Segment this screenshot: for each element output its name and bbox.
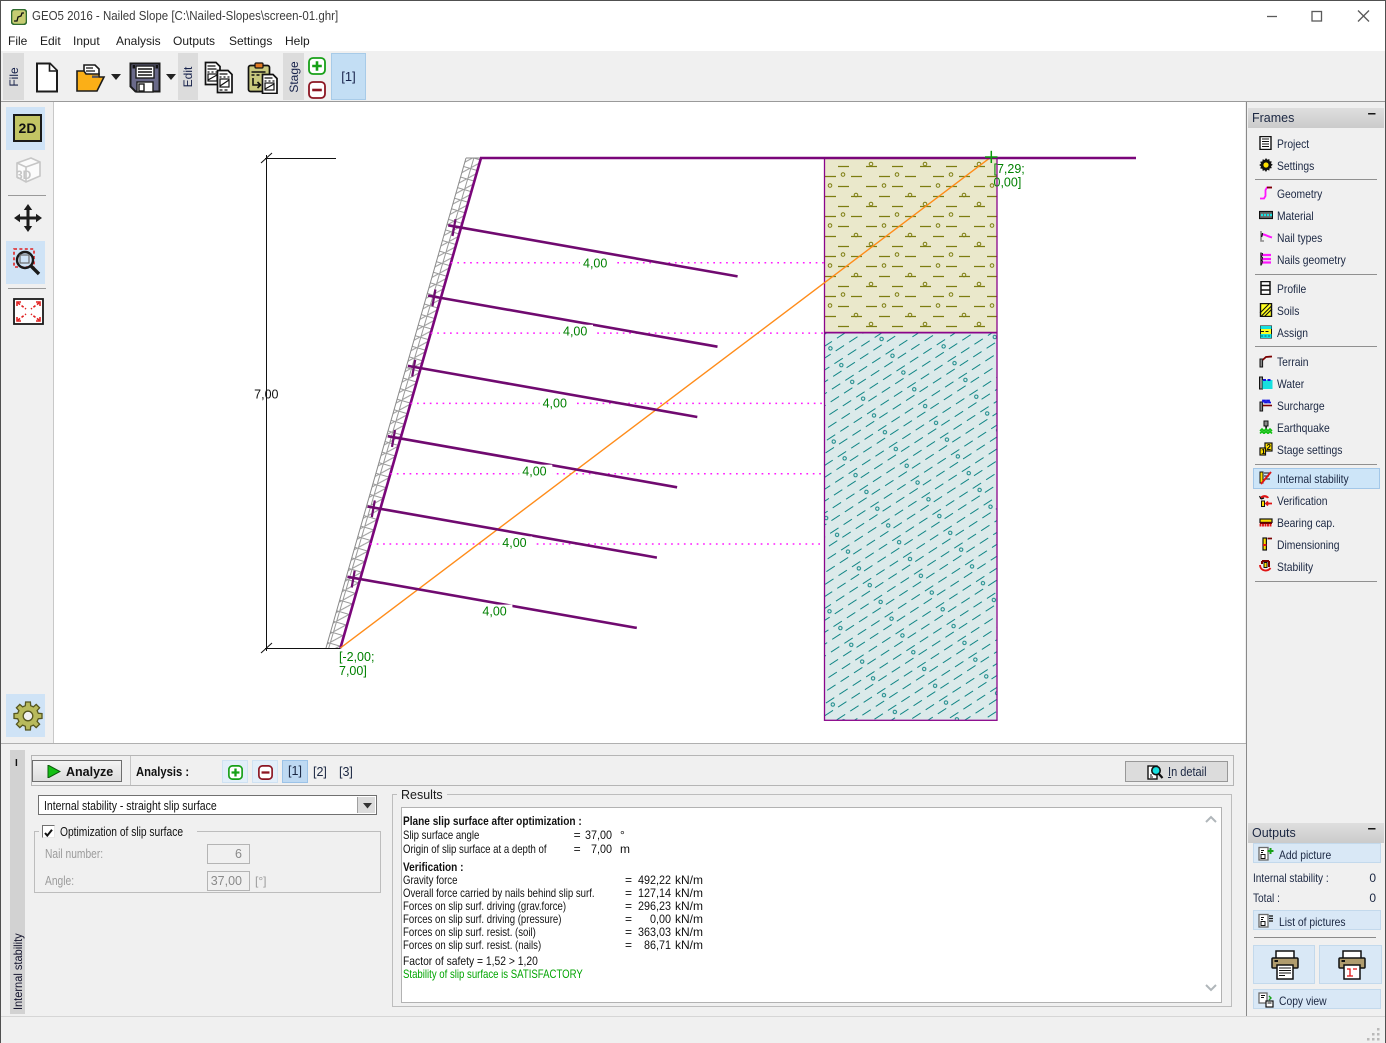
svg-text:4,00: 4,00 [543, 396, 567, 410]
svg-text:1: 1 [1261, 447, 1265, 456]
svg-text:2: 2 [1267, 443, 1272, 452]
svg-text:[-2,00;: [-2,00; [339, 650, 374, 664]
svg-text:3D: 3D [16, 168, 32, 182]
svg-text:4,00: 4,00 [502, 536, 526, 550]
svg-text:7,00: 7,00 [254, 388, 278, 402]
svg-text:4,00: 4,00 [482, 604, 506, 618]
svg-text:4,00: 4,00 [583, 256, 607, 270]
svg-text:[7,29;: [7,29; [994, 162, 1025, 176]
svg-text:4,00: 4,00 [522, 465, 546, 479]
svg-text:0,00]: 0,00] [994, 176, 1022, 190]
svg-text:4,00: 4,00 [563, 325, 587, 339]
svg-text:7,00]: 7,00] [339, 664, 367, 678]
